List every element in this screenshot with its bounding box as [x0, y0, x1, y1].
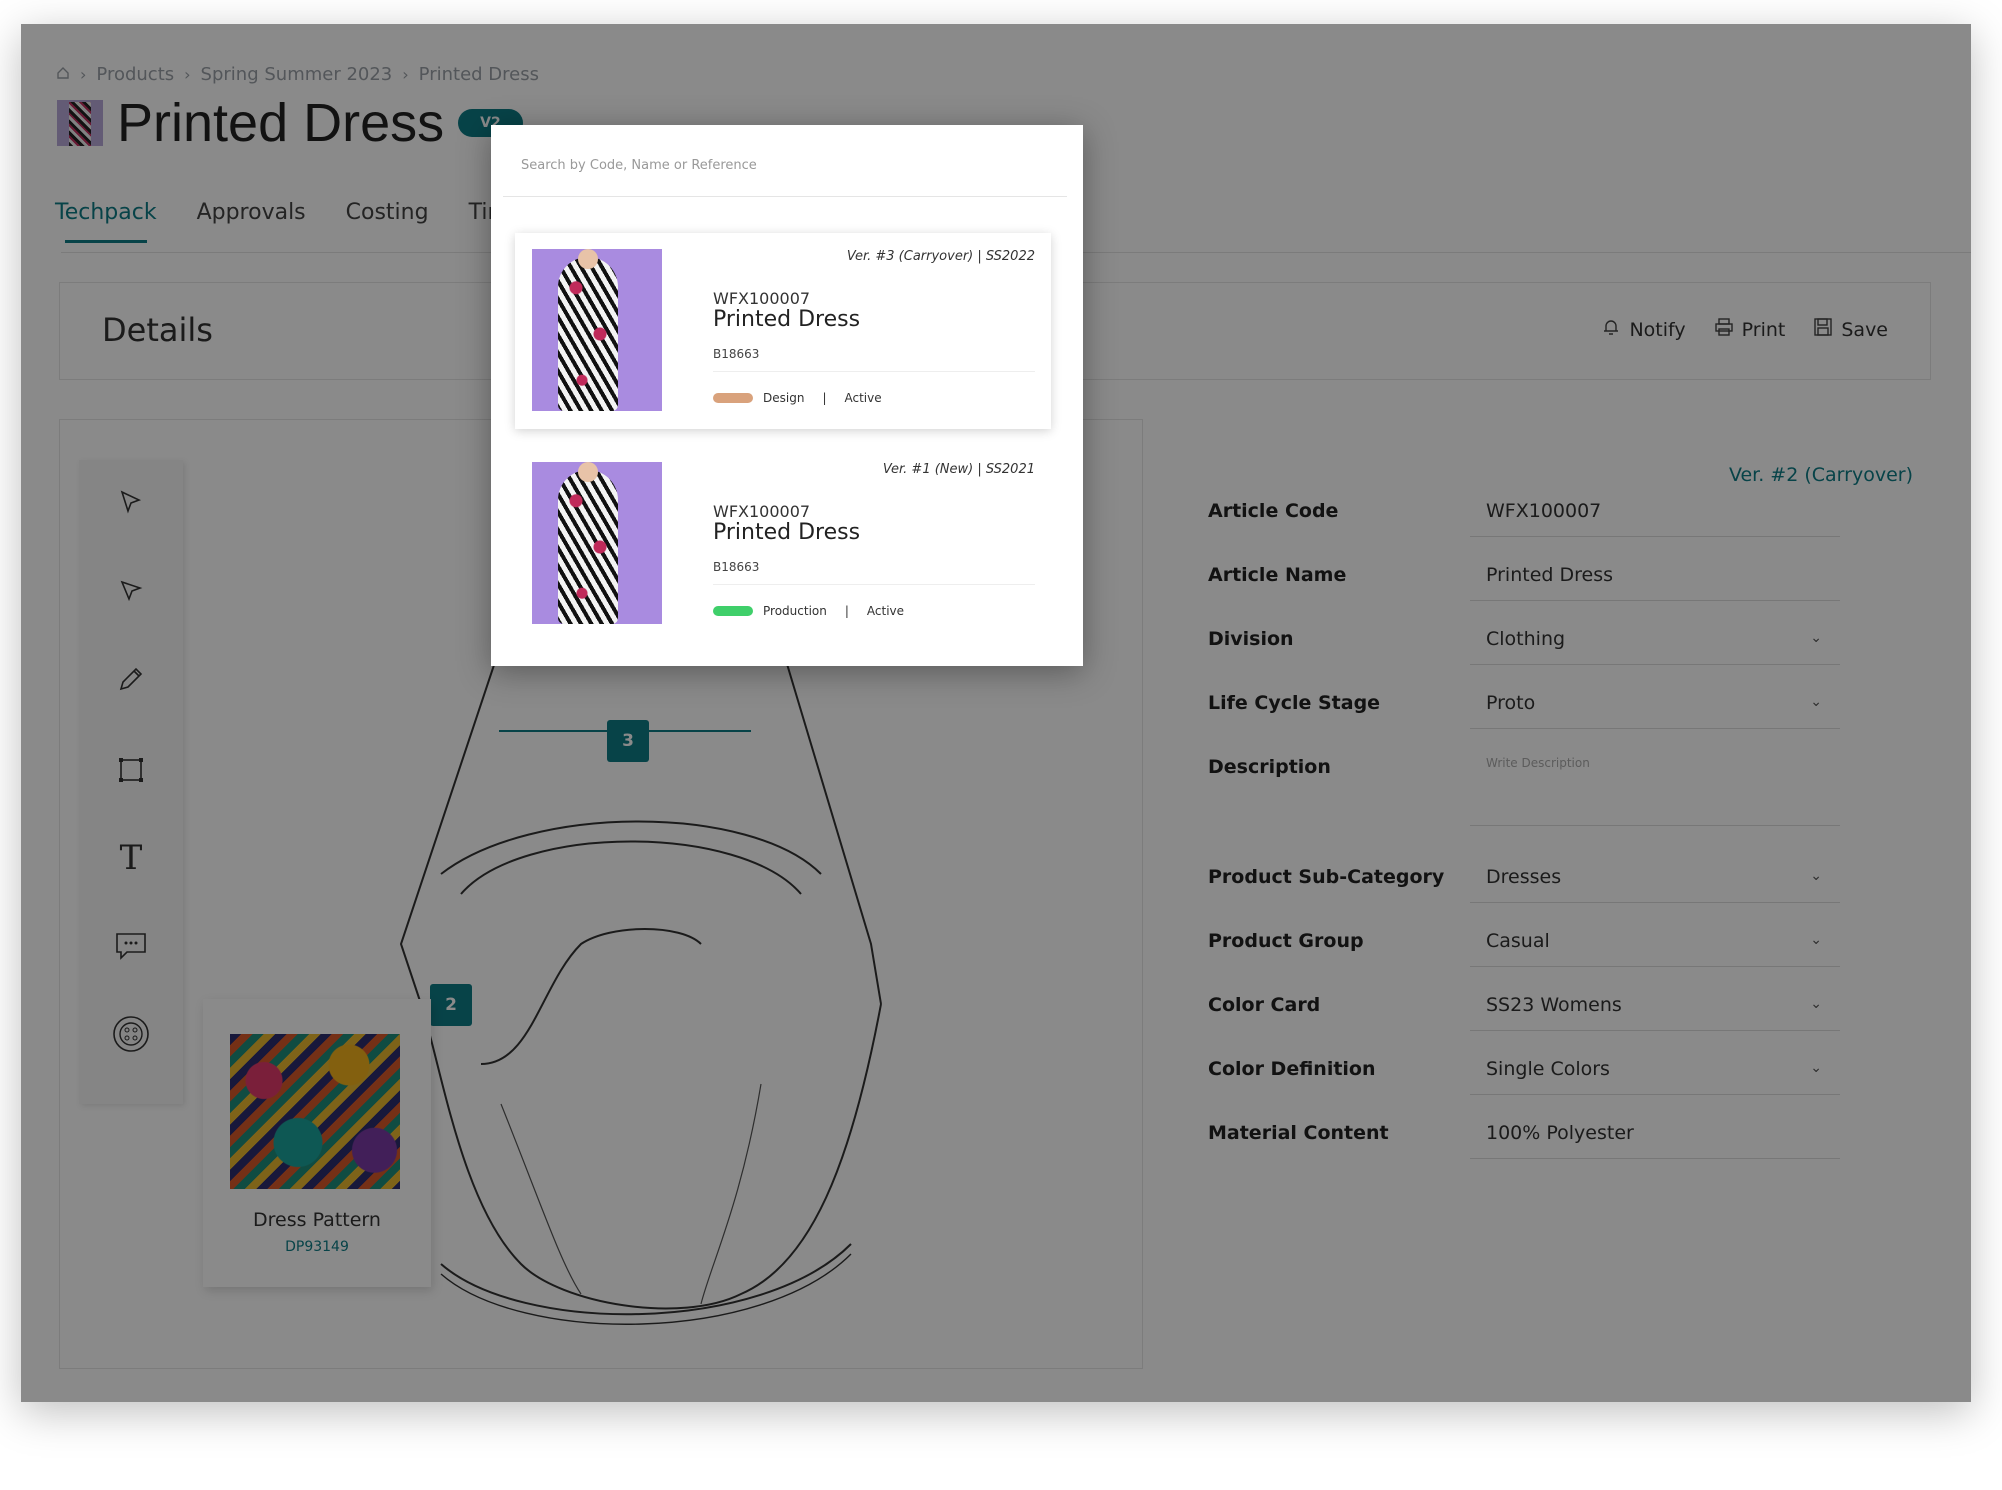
version-search-input[interactable]: Search by Code, Name or Reference — [503, 125, 1067, 197]
version-result-card[interactable]: Ver. #1 (New) | SS2021 WFX100007 Printed… — [515, 446, 1051, 642]
result-divider — [713, 584, 1035, 585]
product-image — [532, 462, 662, 624]
result-code: WFX100007 — [713, 289, 811, 308]
stage-indicator — [713, 606, 753, 616]
result-status: Production | Active — [713, 604, 904, 618]
result-reference: B18663 — [713, 560, 760, 574]
status-separator: | — [822, 391, 827, 405]
result-code: WFX100007 — [713, 502, 811, 521]
result-status-label: Active — [844, 391, 882, 405]
result-version: Ver. #1 (New) | SS2021 — [882, 462, 1035, 477]
status-separator: | — [844, 604, 849, 618]
result-name: Printed Dress — [713, 520, 861, 545]
result-name: Printed Dress — [713, 307, 861, 332]
result-divider — [713, 371, 1035, 372]
result-status-label: Active — [866, 604, 905, 618]
product-image — [532, 249, 662, 411]
result-status: Design | Active — [713, 391, 882, 405]
version-search-popup: Search by Code, Name or Reference Ver. #… — [491, 125, 1083, 666]
stage-indicator — [713, 393, 753, 403]
result-stage: Production — [763, 604, 827, 618]
result-reference: B18663 — [713, 347, 760, 361]
app-window: › Products › Spring Summer 2023 › Printe… — [21, 24, 1971, 1402]
result-stage: Design — [763, 391, 805, 405]
version-result-card[interactable]: Ver. #3 (Carryover) | SS2022 WFX100007 P… — [515, 233, 1051, 429]
result-version: Ver. #3 (Carryover) | SS2022 — [846, 249, 1035, 264]
